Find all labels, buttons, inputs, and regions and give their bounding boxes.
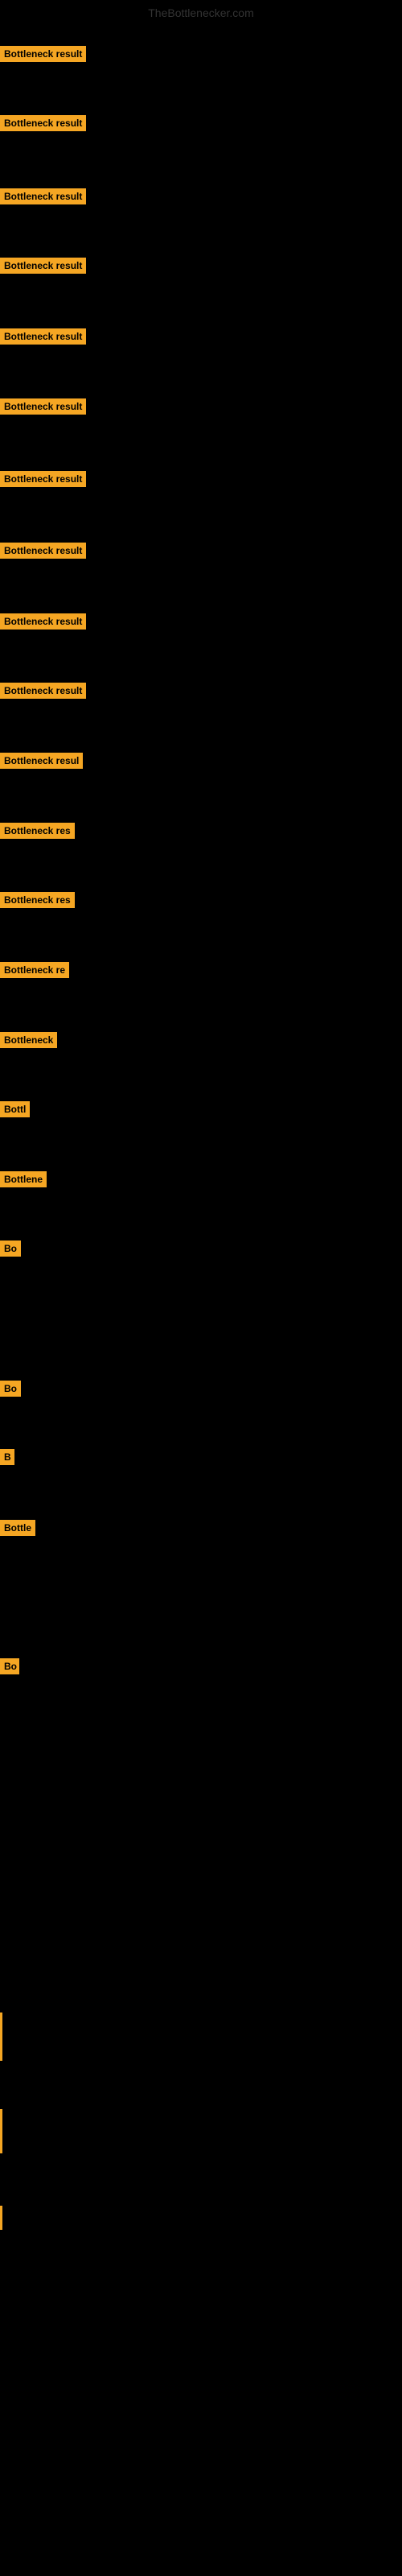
bottleneck-result-label: Bottlene xyxy=(0,1171,47,1187)
bottleneck-result-label: Bottleneck res xyxy=(0,823,75,839)
bottleneck-result-label: Bottleneck result xyxy=(0,258,86,274)
bottleneck-result-label: Bo xyxy=(0,1241,21,1257)
bottleneck-result-label: Bottleneck result xyxy=(0,683,86,699)
bottleneck-result-label: Bottleneck result xyxy=(0,398,86,415)
bottleneck-result-label: Bottleneck result xyxy=(0,188,86,204)
bottleneck-bar xyxy=(0,2013,2,2061)
bottleneck-result-label: Bottleneck result xyxy=(0,543,86,559)
bottleneck-result-label: Bo xyxy=(0,1658,19,1674)
bottleneck-result-label: B xyxy=(0,1449,14,1465)
bottleneck-bar xyxy=(0,2206,2,2230)
bottleneck-result-label: Bo xyxy=(0,1381,21,1397)
bottleneck-result-label: Bottleneck result xyxy=(0,328,86,345)
bottleneck-result-label: Bottle xyxy=(0,1520,35,1536)
bottleneck-result-label: Bottleneck result xyxy=(0,613,86,630)
bottleneck-result-label: Bottleneck resul xyxy=(0,753,83,769)
bottleneck-result-label: Bottleneck xyxy=(0,1032,57,1048)
bottleneck-bar xyxy=(0,2109,2,2153)
bottleneck-result-label: Bottl xyxy=(0,1101,30,1117)
site-title: TheBottlenecker.com xyxy=(0,6,402,19)
bottleneck-result-label: Bottleneck res xyxy=(0,892,75,908)
bottleneck-result-label: Bottleneck re xyxy=(0,962,69,978)
bottleneck-result-label: Bottleneck result xyxy=(0,46,86,62)
bottleneck-result-label: Bottleneck result xyxy=(0,115,86,131)
bottleneck-result-label: Bottleneck result xyxy=(0,471,86,487)
